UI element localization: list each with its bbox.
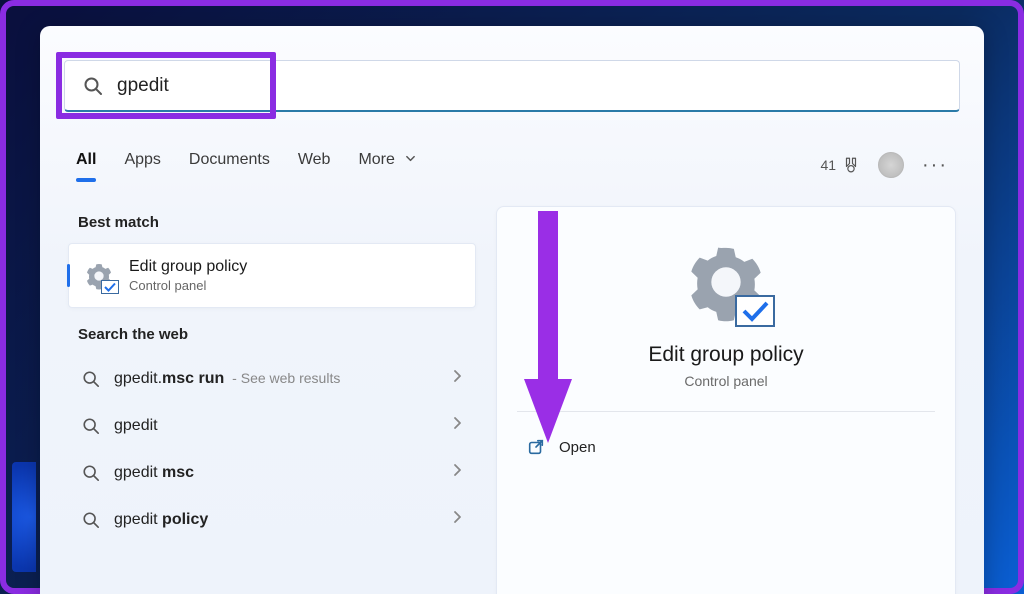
web-result-label: gpedit.msc run - See web results	[114, 370, 452, 388]
search-bar[interactable]	[64, 60, 960, 112]
tab-web[interactable]: Web	[298, 151, 331, 179]
tab-more-label: More	[358, 151, 394, 168]
divider	[517, 411, 935, 412]
web-result-gpedit-msc[interactable]: gpedit msc	[68, 449, 476, 496]
web-result-gpedit-msc-run[interactable]: gpedit.msc run - See web results	[68, 355, 476, 402]
search-icon	[82, 464, 100, 482]
chevron-right-icon	[452, 510, 462, 529]
rewards-indicator[interactable]: 41	[820, 156, 860, 174]
section-search-web: Search the web	[78, 326, 466, 343]
detail-subtitle: Control panel	[684, 373, 767, 389]
search-icon	[82, 417, 100, 435]
tab-more[interactable]: More	[358, 151, 416, 179]
best-match-title: Edit group policy	[129, 258, 247, 276]
chevron-down-icon	[405, 151, 416, 169]
detail-pane: Edit group policy Control panel Open	[496, 206, 956, 594]
search-panel: All Apps Documents Web More 41 ··· Best …	[40, 26, 984, 594]
search-icon	[82, 370, 100, 388]
gear-icon	[685, 241, 767, 323]
tab-all[interactable]: All	[76, 151, 96, 179]
gear-icon	[83, 260, 115, 292]
search-icon	[82, 511, 100, 529]
detail-header: Edit group policy Control panel	[521, 231, 931, 411]
best-match-texts: Edit group policy Control panel	[129, 258, 247, 293]
best-match-subtitle: Control panel	[129, 278, 247, 293]
action-open-label: Open	[559, 439, 596, 456]
best-match-result[interactable]: Edit group policy Control panel	[68, 243, 476, 308]
rewards-icon	[842, 156, 860, 174]
results-column: Best match Edit group policy Control pan…	[68, 206, 476, 543]
web-result-gpedit[interactable]: gpedit	[68, 402, 476, 449]
chevron-right-icon	[452, 416, 462, 435]
checkbox-overlay-icon	[101, 280, 119, 294]
detail-title: Edit group policy	[648, 343, 803, 367]
web-result-gpedit-policy[interactable]: gpedit policy	[68, 496, 476, 543]
web-results-list: gpedit.msc run - See web results gpedit …	[68, 355, 476, 543]
open-external-icon	[527, 438, 545, 456]
chevron-right-icon	[452, 463, 462, 482]
filter-tabs: All Apps Documents Web More 41 ···	[76, 144, 948, 186]
tab-apps[interactable]: Apps	[124, 151, 160, 179]
web-result-label: gpedit	[114, 417, 452, 435]
tab-documents[interactable]: Documents	[189, 151, 270, 179]
checkbox-overlay-icon	[735, 295, 775, 327]
web-result-label: gpedit policy	[114, 511, 452, 529]
action-open[interactable]: Open	[521, 428, 931, 466]
header-right-controls: 41 ···	[820, 152, 948, 178]
chevron-right-icon	[452, 369, 462, 388]
search-input[interactable]	[117, 75, 941, 97]
section-best-match: Best match	[78, 214, 466, 231]
desktop-background-sliver	[12, 462, 36, 572]
rewards-points: 41	[820, 157, 836, 173]
web-result-label: gpedit msc	[114, 464, 452, 482]
user-avatar[interactable]	[878, 152, 904, 178]
more-options-button[interactable]: ···	[922, 154, 948, 177]
search-icon	[83, 76, 103, 96]
